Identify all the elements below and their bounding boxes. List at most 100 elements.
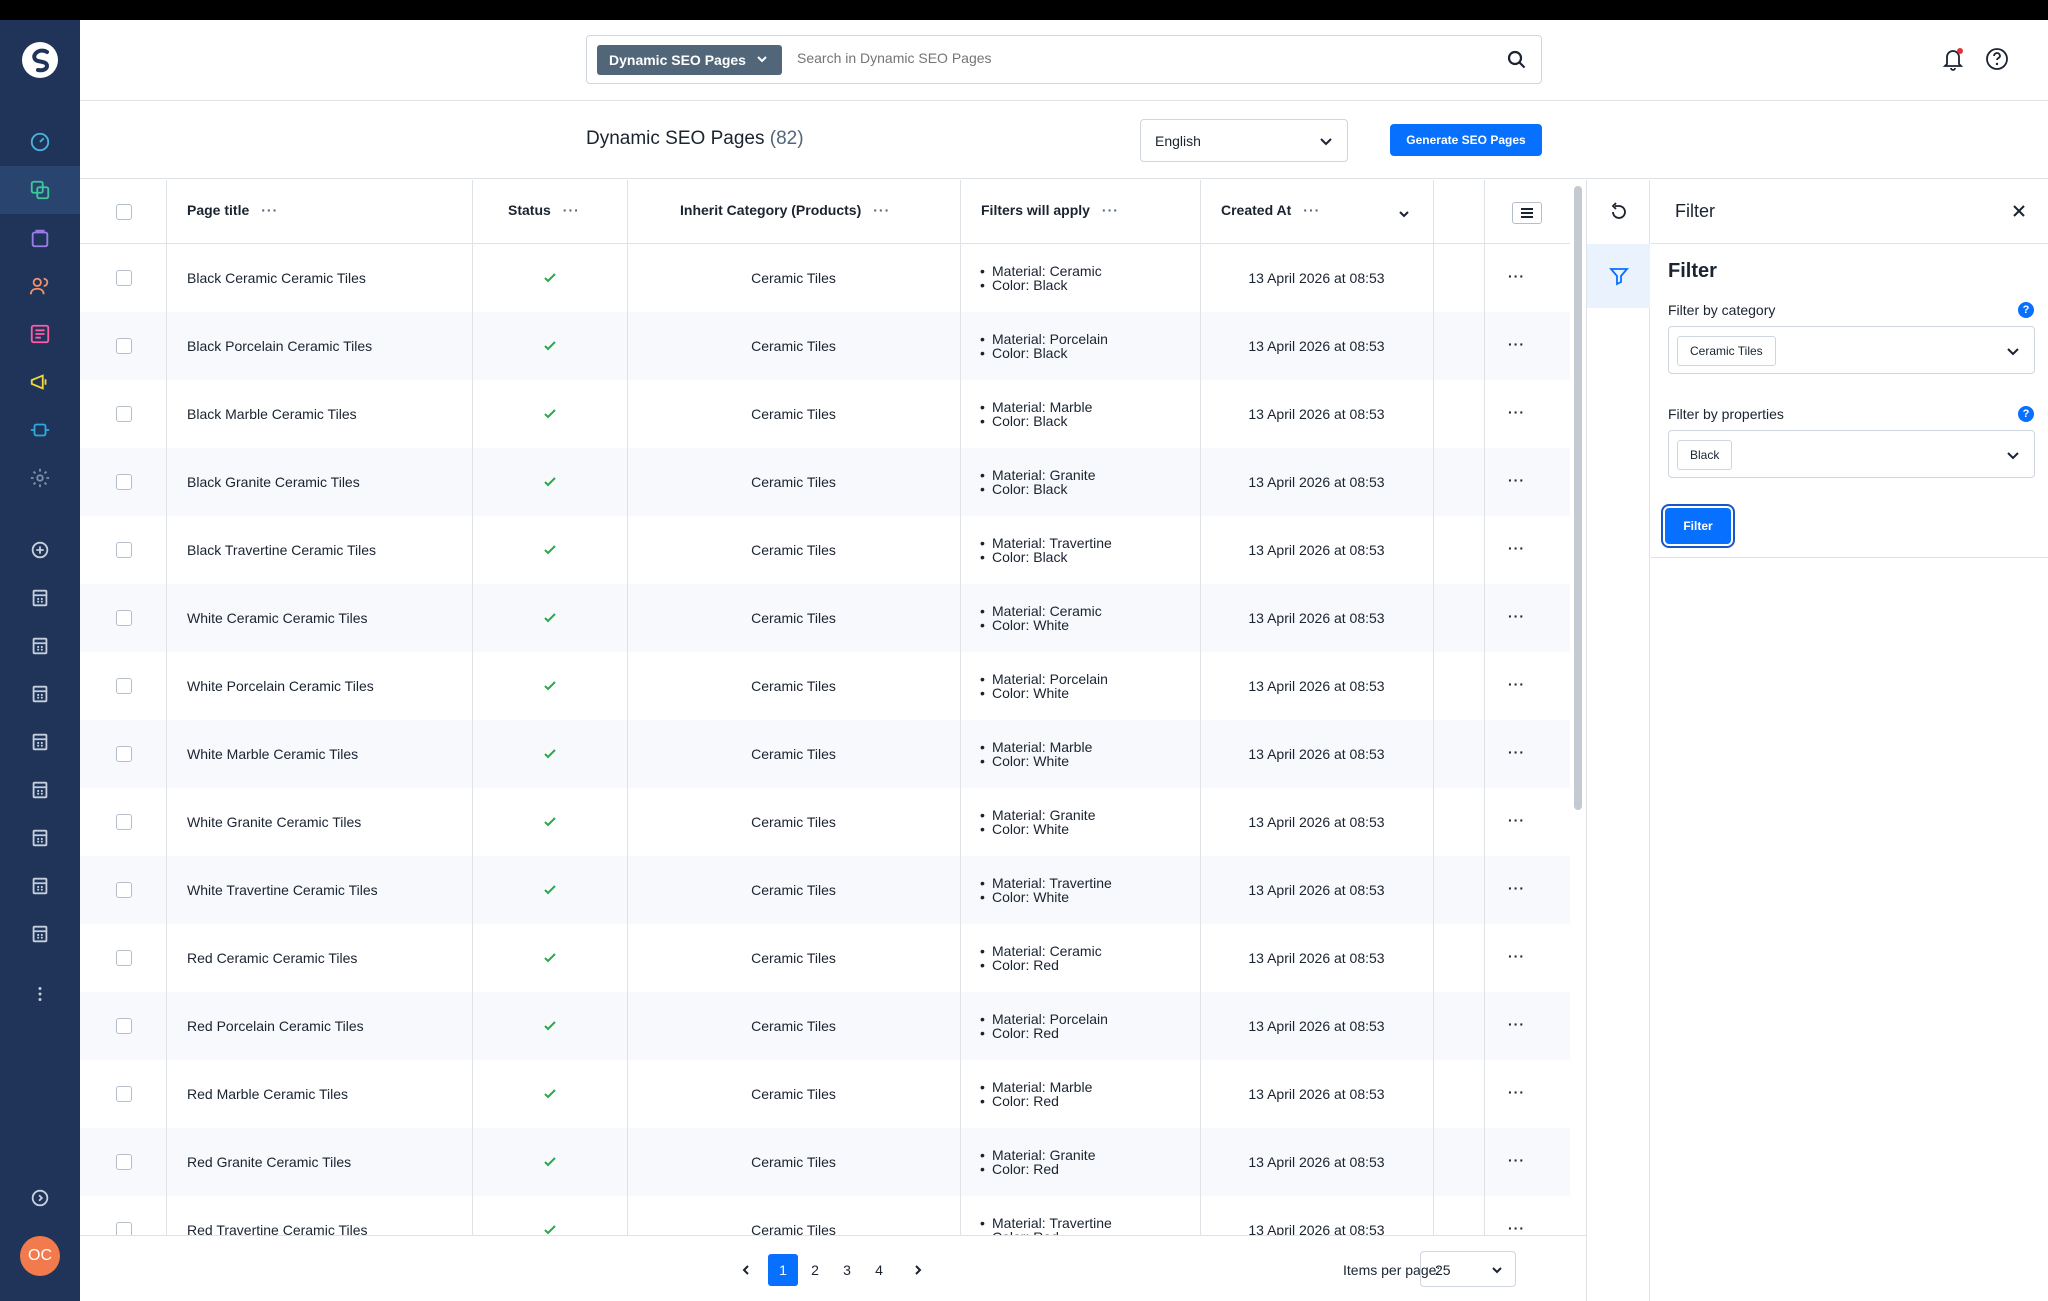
select-all-checkbox[interactable] — [116, 204, 132, 220]
column-menu-icon[interactable]: ··· — [1102, 202, 1119, 218]
row-checkbox[interactable] — [116, 1222, 132, 1235]
table-row[interactable]: Black Ceramic Ceramic Tiles Ceramic Tiles… — [80, 244, 1570, 312]
page-title-cell[interactable]: White Travertine Ceramic Tiles — [187, 882, 378, 898]
chevron-left-icon[interactable] — [740, 1264, 752, 1276]
collapse-icon[interactable] — [0, 1174, 80, 1222]
row-actions-icon[interactable]: ··· — [1508, 1084, 1525, 1100]
page-title-cell[interactable]: Black Ceramic Ceramic Tiles — [187, 270, 366, 286]
search-input[interactable] — [797, 50, 1477, 66]
search-icon[interactable] — [1507, 50, 1527, 70]
table-row[interactable]: Red Porcelain Ceramic Tiles Ceramic Tiles… — [80, 992, 1570, 1060]
extensions-icon[interactable] — [0, 406, 80, 454]
generate-seo-pages-button[interactable]: Generate SEO Pages — [1390, 124, 1542, 156]
table-row[interactable]: White Porcelain Ceramic Tiles Ceramic Til… — [80, 652, 1570, 720]
row-checkbox[interactable] — [116, 474, 132, 490]
sales-channel-icon[interactable] — [0, 670, 80, 718]
page-title-cell[interactable]: Red Granite Ceramic Tiles — [187, 1154, 351, 1170]
marketing-icon[interactable] — [0, 358, 80, 406]
row-actions-icon[interactable]: ··· — [1508, 268, 1525, 284]
table-row[interactable]: Red Travertine Ceramic Tiles Ceramic Tile… — [80, 1196, 1570, 1235]
table-row[interactable]: Red Ceramic Ceramic Tiles Ceramic Tiles Ma… — [80, 924, 1570, 992]
page-title-cell[interactable]: Red Travertine Ceramic Tiles — [187, 1222, 368, 1235]
column-menu-icon[interactable]: ··· — [873, 202, 890, 218]
table-row[interactable]: Black Marble Ceramic Tiles Ceramic Tiles M… — [80, 380, 1570, 448]
row-checkbox[interactable] — [116, 1018, 132, 1034]
filter-button[interactable]: Filter — [1665, 508, 1731, 544]
sales-channel-icon[interactable] — [0, 766, 80, 814]
table-row[interactable]: Black Granite Ceramic Tiles Ceramic Tiles… — [80, 448, 1570, 516]
sales-channel-icon[interactable] — [0, 574, 80, 622]
help-icon[interactable] — [1984, 46, 2010, 72]
column-header-created-at[interactable]: Created At ··· — [1221, 202, 1320, 218]
row-actions-icon[interactable]: ··· — [1508, 744, 1525, 760]
content-icon[interactable] — [0, 310, 80, 358]
filter-by-properties-select[interactable]: Black — [1668, 430, 2035, 478]
page-title-cell[interactable]: White Marble Ceramic Tiles — [187, 746, 358, 762]
language-select[interactable]: English — [1140, 119, 1348, 162]
category-tag[interactable]: Ceramic Tiles — [1677, 336, 1776, 366]
search-module-selector[interactable]: Dynamic SEO Pages — [597, 45, 782, 75]
sales-channel-icon[interactable] — [0, 910, 80, 958]
page-title-cell[interactable]: White Porcelain Ceramic Tiles — [187, 678, 374, 694]
grid-scrollbar[interactable] — [1574, 186, 1582, 810]
row-checkbox[interactable] — [116, 1154, 132, 1170]
row-checkbox[interactable] — [116, 950, 132, 966]
close-icon[interactable] — [2010, 202, 2028, 220]
chevron-right-icon[interactable] — [912, 1264, 924, 1276]
row-actions-icon[interactable]: ··· — [1508, 1016, 1525, 1032]
column-header-inherit-category[interactable]: Inherit Category (Products) ··· — [680, 202, 890, 218]
table-row[interactable]: Red Granite Ceramic Tiles Ceramic Tiles Ma… — [80, 1128, 1570, 1196]
page-button-2[interactable]: 2 — [800, 1254, 830, 1286]
page-title-cell[interactable]: Black Travertine Ceramic Tiles — [187, 542, 376, 558]
orders-icon[interactable] — [0, 214, 80, 262]
column-header-page-title[interactable]: Page title ··· — [187, 202, 278, 218]
row-checkbox[interactable] — [116, 406, 132, 422]
page-title-cell[interactable]: Red Ceramic Ceramic Tiles — [187, 950, 357, 966]
page-title-cell[interactable]: Black Granite Ceramic Tiles — [187, 474, 360, 490]
table-row[interactable]: Black Travertine Ceramic Tiles Ceramic Ti… — [80, 516, 1570, 584]
row-actions-icon[interactable]: ··· — [1508, 608, 1525, 624]
table-row[interactable]: White Ceramic Ceramic Tiles Ceramic Tiles… — [80, 584, 1570, 652]
page-title-cell[interactable]: White Ceramic Ceramic Tiles — [187, 610, 367, 626]
table-row[interactable]: White Travertine Ceramic Tiles Ceramic Ti… — [80, 856, 1570, 924]
page-title-cell[interactable]: Red Porcelain Ceramic Tiles — [187, 1018, 364, 1034]
customers-icon[interactable] — [0, 262, 80, 310]
sales-channel-icon[interactable] — [0, 862, 80, 910]
table-row[interactable]: Red Marble Ceramic Tiles Ceramic Tiles Mat… — [80, 1060, 1570, 1128]
refresh-button[interactable] — [1587, 180, 1650, 244]
page-button-4[interactable]: 4 — [864, 1254, 894, 1286]
row-checkbox[interactable] — [116, 610, 132, 626]
row-actions-icon[interactable]: ··· — [1508, 404, 1525, 420]
help-icon[interactable]: ? — [2018, 302, 2034, 318]
notification-bell-icon[interactable] — [1940, 46, 1966, 72]
page-title-cell[interactable]: Black Porcelain Ceramic Tiles — [187, 338, 372, 354]
page-title-cell[interactable]: Red Marble Ceramic Tiles — [187, 1086, 348, 1102]
row-checkbox[interactable] — [116, 338, 132, 354]
shopware-logo-icon[interactable] — [20, 40, 60, 80]
column-header-status[interactable]: Status ··· — [508, 202, 580, 218]
sort-chevron-down-icon[interactable] — [1398, 208, 1410, 220]
filter-toggle-button[interactable] — [1587, 244, 1650, 308]
catalogues-icon[interactable] — [0, 166, 80, 214]
row-actions-icon[interactable]: ··· — [1508, 1152, 1525, 1168]
row-actions-icon[interactable]: ··· — [1508, 1220, 1525, 1235]
help-icon[interactable]: ? — [2018, 406, 2034, 422]
global-search[interactable]: Dynamic SEO Pages — [586, 35, 1542, 84]
row-actions-icon[interactable]: ··· — [1508, 540, 1525, 556]
sales-channel-icon[interactable] — [0, 622, 80, 670]
page-button-1[interactable]: 1 — [768, 1254, 798, 1286]
column-settings-button[interactable] — [1512, 202, 1542, 224]
settings-icon[interactable] — [0, 454, 80, 502]
row-checkbox[interactable] — [116, 678, 132, 694]
page-button-3[interactable]: 3 — [832, 1254, 862, 1286]
items-per-page-select[interactable]: 25 — [1420, 1251, 1516, 1287]
property-tag[interactable]: Black — [1677, 440, 1733, 470]
dashboard-icon[interactable] — [0, 118, 80, 166]
column-menu-icon[interactable]: ··· — [1303, 202, 1320, 218]
table-row[interactable]: White Granite Ceramic Tiles Ceramic Tiles… — [80, 788, 1570, 856]
row-checkbox[interactable] — [116, 542, 132, 558]
add-icon[interactable] — [0, 526, 80, 574]
page-title-cell[interactable]: White Granite Ceramic Tiles — [187, 814, 361, 830]
table-row[interactable]: Black Porcelain Ceramic Tiles Ceramic Til… — [80, 312, 1570, 380]
row-checkbox[interactable] — [116, 746, 132, 762]
